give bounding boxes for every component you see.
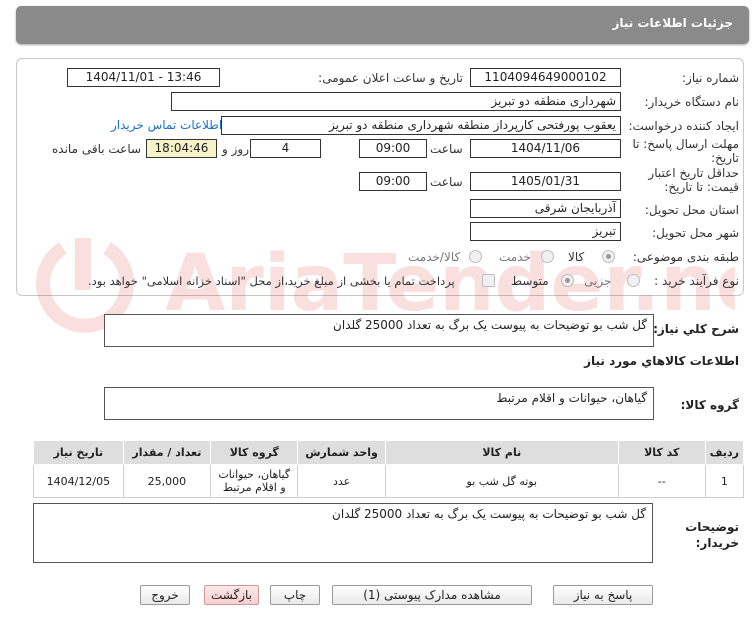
- goods-info-title: اطلاعات کالاهاي مورد نياز: [584, 354, 739, 368]
- col-header-item-name: نام کالا: [384, 440, 619, 465]
- buyer-org-field: شهرداری منطقه دو تبریز: [171, 92, 621, 111]
- province-field: آذربایجان شرقی: [470, 199, 621, 218]
- buyer-notes-label: توضیحات خریدار:: [685, 520, 739, 550]
- category-radio-both[interactable]: [469, 250, 482, 263]
- city-field: تبریز: [470, 222, 621, 241]
- col-header-row-number: ردیف: [704, 440, 745, 465]
- col-header-unit: واحد شمارش: [297, 440, 386, 465]
- contact-buyer-link[interactable]: اطلاعات تماس خریدار: [111, 118, 222, 132]
- process-option-minor: جزیی: [584, 274, 612, 288]
- items-table: ردیف کد کالا نام کالا واحد شمارش گروه کا…: [33, 440, 745, 498]
- col-header-item-code: کد کالا: [617, 440, 706, 465]
- announce-field: 1404/11/01 - 13:46: [67, 68, 220, 87]
- print-button[interactable]: چاپ: [270, 585, 320, 605]
- category-radio-goods[interactable]: [602, 250, 615, 263]
- col-header-need-date: تاریخ نیاز: [33, 440, 124, 465]
- days-left-field: 4: [250, 139, 321, 158]
- creator-field: یعقوب پورفتحی کارپرداز منطقه شهرداری منط…: [221, 116, 621, 135]
- page-header: جزئیات اطلاعات نیاز: [16, 6, 749, 44]
- need-number-field: 1104094649000102: [470, 68, 621, 87]
- need-number-label: شماره نیاز:: [682, 71, 739, 85]
- col-header-group: گروه کالا: [210, 440, 299, 465]
- reply-button[interactable]: پاسخ به نیاز: [553, 585, 653, 605]
- process-label: نوع فرآیند خرید :: [654, 274, 739, 288]
- creator-label: ایجاد کننده درخواست:: [628, 119, 739, 133]
- validity-time-label: ساعت: [430, 175, 463, 189]
- payment-note: پرداخت تمام یا بخشی از مبلغ خرید،از محل …: [88, 274, 455, 288]
- validity-label: حداقل تاریخ اعتبار قیمت: تا تاریخ:: [648, 166, 739, 194]
- process-radio-medium[interactable]: [561, 274, 574, 287]
- remaining-time-field: 18:04:46: [146, 139, 217, 158]
- table-row: 1 -- بوته گل شب بو عدد گیاهان، حیوانات و…: [33, 464, 745, 498]
- table-header-row: ردیف کد کالا نام کالا واحد شمارش گروه کا…: [33, 440, 745, 465]
- cell-need-date: 1404/12/05: [33, 464, 124, 498]
- process-radio-minor[interactable]: [627, 274, 640, 287]
- deadline-time-label: ساعت: [430, 142, 463, 156]
- goods-group-label: گروه کالا:: [680, 398, 739, 412]
- cell-unit: عدد: [297, 464, 386, 498]
- category-option-goods: کالا: [568, 250, 585, 264]
- days-and-label: روز و: [222, 142, 249, 156]
- treasury-checkbox[interactable]: [482, 274, 495, 287]
- view-attachments-button[interactable]: مشاهده مدارک پیوستی (1): [332, 585, 532, 605]
- cell-group: گیاهان، حیوانات و اقلام مرتبط: [210, 464, 299, 498]
- summary-label: شرح کلي نياز:: [653, 322, 739, 336]
- buyer-notes-textarea: گل شب بو توضیحات به پیوست یک برگ به تعدا…: [33, 503, 653, 563]
- cell-item-code: --: [617, 464, 706, 498]
- process-option-medium: متوسط: [511, 274, 549, 288]
- category-option-both: کالا/خدمت: [408, 250, 461, 264]
- category-radio-service[interactable]: [541, 250, 554, 263]
- deadline-time-field: 09:00: [359, 139, 427, 158]
- cell-quantity: 25,000: [122, 464, 212, 498]
- col-header-quantity: تعداد / مقدار: [122, 440, 212, 465]
- city-label: شهر محل تحویل:: [652, 226, 739, 240]
- deadline-label: مهلت ارسال پاسخ: تا تاریخ:: [632, 137, 739, 165]
- cell-item-name: بوته گل شب بو: [384, 464, 619, 498]
- remaining-label: ساعت باقی مانده: [52, 142, 142, 156]
- province-label: استان محل تحویل:: [644, 203, 739, 217]
- back-button[interactable]: بازگشت: [204, 585, 259, 605]
- exit-button[interactable]: خروج: [140, 585, 190, 605]
- summary-textarea: گل شب بو توضیحات به پیوست یک برگ به تعدا…: [104, 314, 654, 347]
- goods-group-textarea: گیاهان، حیوانات و اقلام مرتبط: [104, 387, 654, 420]
- deadline-date-field: 1404/11/06: [470, 139, 621, 158]
- validity-date-field: 1405/01/31: [470, 172, 621, 191]
- category-option-service: خدمت: [499, 250, 531, 264]
- cell-row-number: 1: [704, 464, 745, 498]
- announce-label: تاریخ و ساعت اعلان عمومی:: [318, 71, 463, 85]
- validity-time-field: 09:00: [359, 172, 427, 191]
- page-title: جزئیات اطلاعات نیاز: [612, 16, 733, 30]
- buyer-org-label: نام دستگاه خریدار:: [644, 95, 740, 109]
- category-label: طبقه بندی موضوعی:: [632, 250, 739, 264]
